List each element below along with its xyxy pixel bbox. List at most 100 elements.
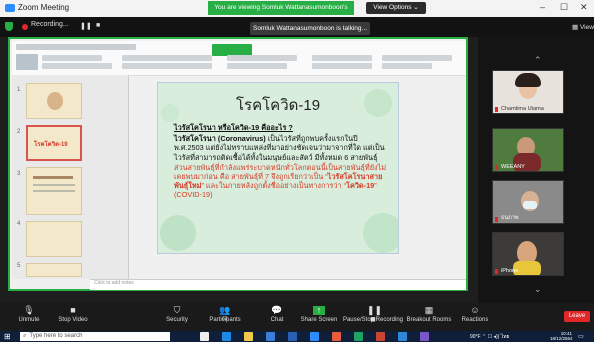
chat-label: Chat — [270, 317, 284, 323]
muted-mic-icon — [495, 217, 498, 222]
participant-name: Chamtima Utama — [501, 106, 544, 112]
slide-question: ไวรัสโคโรนา หรือโควิด-19 คืออะไร ? — [174, 123, 293, 132]
edge-browser-icon[interactable] — [222, 332, 231, 341]
thumb-number: 3 — [17, 171, 21, 177]
notifications-icon[interactable]: ▭ — [578, 333, 584, 340]
windows-start-icon[interactable]: ⊞ — [4, 332, 13, 341]
system-tray: 90°F ⌃ ☐ ◂)) ไทย — [470, 334, 510, 340]
shield-icon: ⛉ — [173, 305, 181, 315]
powerpoint-icon[interactable] — [376, 332, 385, 341]
notes-placeholder: Click to add notes — [94, 280, 134, 286]
slide-thumbnail-3[interactable] — [26, 167, 82, 215]
photos-icon[interactable] — [398, 332, 407, 341]
microphone-muted-icon: 🎙 — [23, 305, 35, 315]
weather-label: 90°F — [470, 334, 481, 340]
thumb-number: 2 — [17, 129, 21, 135]
thumb-number: 5 — [17, 263, 21, 269]
notes-pane[interactable]: Click to add notes — [90, 279, 466, 290]
file-explorer-icon[interactable] — [244, 332, 253, 341]
view-layout-button[interactable]: ▦ View — [572, 23, 594, 31]
participant-video-1[interactable]: Chamtima Utama — [492, 70, 564, 114]
slide-thumbnail-5[interactable] — [26, 263, 82, 277]
chat-bubble-icon: 💬 — [271, 305, 283, 315]
slide-title: โรคโควิด-19 — [235, 97, 321, 114]
smiley-icon: ☺ — [470, 305, 480, 315]
slide-thumbnail-2[interactable]: โรคโควิด-19 — [26, 125, 82, 161]
video-camera-icon: ■ — [70, 305, 76, 315]
share-screen-icon: ↑ — [313, 306, 325, 315]
slide-thumbnail-pane: 1 2 โรคโควิด-19 3 4 5 — [12, 75, 129, 279]
pause-stop-icon: ❚❚ ■ — [367, 305, 383, 324]
share-screen-button[interactable]: ↑ Share Screen — [294, 304, 344, 324]
unmute-label: Unmute — [18, 317, 40, 323]
participants-icon: 👥61 — [219, 305, 231, 323]
muted-mic-icon — [495, 269, 498, 274]
clock-date: 18/12/2564 — [550, 336, 573, 341]
security-button[interactable]: ⛉ Security — [152, 304, 202, 324]
taskbar-search-placeholder: Type here to search — [29, 333, 83, 339]
minimize-button[interactable]: – — [540, 2, 545, 12]
pause-stop-recording-button[interactable]: ❚❚ ■ Pause/Stop Recording — [342, 304, 404, 324]
current-slide: โรคโควิด-19 ไวรัสโคโรนา หรือโควิด-19 คือ… — [158, 83, 398, 253]
participant-video-4[interactable]: iPhone — [492, 232, 564, 276]
language-indicator: ไทย — [500, 334, 510, 340]
participant-name: ธนภาพ — [501, 215, 519, 221]
pause-stop-label: Pause/Stop Recording — [342, 317, 404, 323]
thumb-number: 1 — [17, 87, 21, 93]
stop-video-button[interactable]: ■ Stop Video — [48, 304, 98, 324]
participants-label: Participants — [209, 317, 241, 323]
view-options-button[interactable]: View Options ⌄ — [366, 2, 426, 14]
slide-thumbnail-1[interactable] — [26, 83, 82, 119]
close-button[interactable]: ✕ — [580, 2, 588, 13]
scroll-up-icon[interactable]: ⌃ — [534, 55, 542, 66]
participant-video-3[interactable]: ธนภาพ — [492, 180, 564, 224]
reactions-button[interactable]: ☺ Reactions — [450, 304, 500, 324]
stop-video-label: Stop Video — [58, 317, 88, 323]
thumb-title: โรคโควิด-19 — [34, 142, 68, 148]
window-title: Zoom Meeting — [18, 3, 70, 12]
coronavirus-term: ไวรัสโคโรนา (Coronavirus) — [174, 134, 266, 144]
line-app-icon[interactable] — [354, 332, 363, 341]
recording-dot-icon — [22, 24, 28, 30]
powerpoint-ribbon — [12, 41, 466, 76]
covid19-term: โควิด-19 — [346, 181, 375, 191]
thumb-number: 4 — [17, 221, 21, 227]
word-icon[interactable] — [288, 332, 297, 341]
breakout-rooms-icon: ▦ — [424, 305, 434, 315]
participant-video-2[interactable]: WEEANY — [492, 128, 564, 172]
security-label: Security — [166, 317, 188, 323]
reactions-label: Reactions — [461, 317, 489, 323]
leave-button[interactable]: Leave — [564, 311, 590, 322]
share-screen-label: Share Screen — [300, 317, 338, 323]
slide-thumbnail-4[interactable] — [26, 221, 82, 257]
zoom-app-icon[interactable] — [310, 332, 319, 341]
participants-button[interactable]: 👥61 Participants — [200, 304, 250, 324]
slide-body: ไวรัสโคโรนา หรือโควิด-19 คืออะไร ? ไวรัส… — [174, 123, 388, 200]
viewing-screen-banner: You are viewing Somluk Wattanasumonboon'… — [208, 1, 354, 25]
breakout-rooms-button[interactable]: ▦ Breakout Rooms — [404, 304, 454, 324]
task-view-icon[interactable] — [200, 332, 209, 341]
security-shield-icon — [5, 22, 13, 31]
search-icon: ⌕ — [23, 333, 27, 339]
chrome-icon[interactable] — [332, 332, 341, 341]
participant-name: iPhone — [501, 268, 519, 274]
participant-name: WEEANY — [501, 164, 525, 170]
slide-paragraph-1: ไวรัสโคโรนา (Coronavirus) เป็นไวรัสที่ถู… — [174, 134, 388, 162]
recording-label: Recording... — [31, 21, 69, 28]
scroll-down-icon[interactable]: ⌄ — [534, 284, 542, 295]
stop-recording-icon[interactable]: ■ — [96, 22, 100, 29]
active-speaker-label: Somluk Wattanasumonboon is talking... — [250, 22, 370, 35]
store-icon[interactable] — [266, 332, 275, 341]
taskbar-clock[interactable]: 10:41 18/12/2564 — [550, 331, 573, 341]
unmute-button[interactable]: 🎙 Unmute — [4, 304, 54, 324]
teams-icon[interactable] — [420, 332, 429, 341]
taskbar-search-box[interactable]: ⌕ Type here to search — [20, 332, 170, 341]
zoom-logo-icon — [5, 4, 15, 12]
view-layout-label: View — [579, 24, 594, 31]
pause-recording-icon[interactable]: ❚❚ — [80, 22, 92, 30]
shared-screen: 1 2 โรคโควิด-19 3 4 5 โรคโควิด-19 ไวรัสโ… — [8, 37, 468, 291]
slide-paragraph-2: ส่วนสายพันธุ์ที่กำลังแพร่ระบาดหนักทั่วโล… — [174, 163, 388, 200]
muted-mic-icon — [495, 107, 498, 112]
maximize-button[interactable]: ☐ — [560, 2, 568, 13]
muted-mic-icon — [495, 165, 498, 170]
